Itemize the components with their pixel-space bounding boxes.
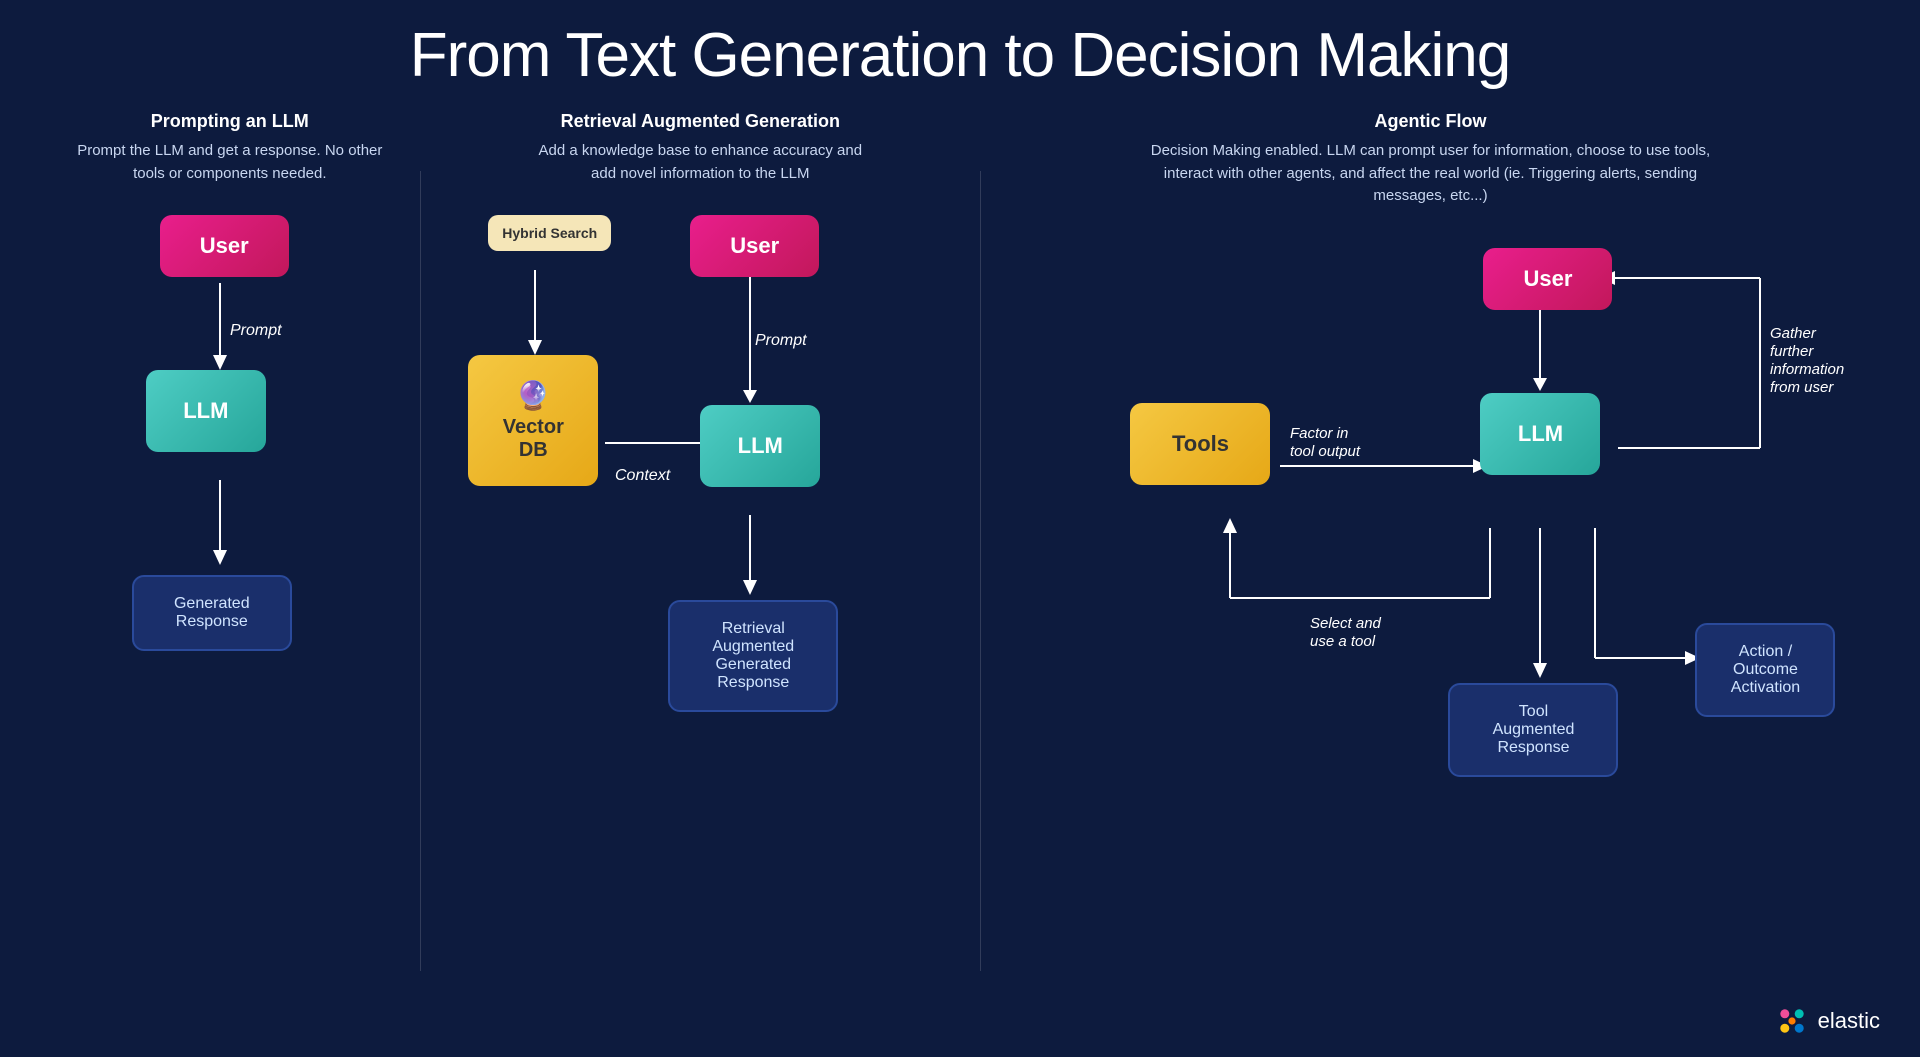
col3-user-node: User — [1483, 248, 1612, 310]
svg-text:further: further — [1770, 343, 1814, 360]
svg-text:information: information — [1770, 361, 1844, 378]
column-rag: Retrieval Augmented Generation Add a kno… — [421, 111, 980, 795]
col3-tools-node: Tools — [1130, 403, 1270, 485]
elastic-logo: elastic — [1774, 1003, 1880, 1039]
columns-container: Prompting an LLM Prompt the LLM and get … — [40, 111, 1880, 971]
svg-text:Gather: Gather — [1770, 325, 1817, 342]
col2-llm-node: LLM — [700, 405, 820, 487]
col1-user-node: User — [160, 215, 289, 277]
col3-arrows: Factor in tool output Sele — [1000, 238, 1860, 858]
col2-hybrid-node: Hybrid Search — [488, 215, 611, 251]
col2-desc: Add a knowledge base to enhance accuracy… — [530, 140, 870, 185]
col2-diagram: Prompt Context Hybrid Search User — [440, 215, 960, 795]
col3-llm-node: LLM — [1480, 393, 1600, 475]
col2-user-node: User — [690, 215, 819, 277]
col2-vectordb-node: 🔮 VectorDB — [468, 355, 598, 486]
svg-text:Select and: Select and — [1310, 615, 1382, 632]
col2-rag-response-node: RetrievalAugmentedGeneratedResponse — [668, 600, 838, 712]
col3-tool-response-node: ToolAugmentedResponse — [1448, 683, 1618, 777]
page-container: { "title": "From Text Generation to Deci… — [0, 0, 1920, 1057]
col1-diagram: User Prompt LLM — [60, 215, 400, 735]
col2-header: Retrieval Augmented Generation — [561, 111, 840, 132]
svg-text:Factor in: Factor in — [1290, 425, 1348, 442]
main-title: From Text Generation to Decision Making — [40, 20, 1880, 91]
svg-text:tool output: tool output — [1290, 443, 1361, 460]
col3-diagram: Factor in tool output Sele — [1000, 238, 1860, 858]
col1-header: Prompting an LLM — [151, 111, 309, 132]
elastic-label: elastic — [1818, 1008, 1880, 1034]
col3-desc: Decision Making enabled. LLM can prompt … — [1130, 140, 1730, 208]
column-prompting: Prompting an LLM Prompt the LLM and get … — [40, 111, 420, 735]
col3-header: Agentic Flow — [1374, 111, 1486, 132]
col1-desc: Prompt the LLM and get a response. No ot… — [60, 140, 400, 185]
col1-llm-node: LLM — [146, 370, 266, 452]
svg-text:from user: from user — [1770, 379, 1834, 396]
svg-text:use a tool: use a tool — [1310, 633, 1376, 650]
svg-text:Prompt: Prompt — [230, 322, 282, 339]
col1-response-node: GeneratedResponse — [132, 575, 292, 651]
column-agentic: Agentic Flow Decision Making enabled. LL… — [981, 111, 1880, 858]
elastic-icon — [1774, 1003, 1810, 1039]
svg-text:Context: Context — [615, 467, 671, 484]
svg-text:Prompt: Prompt — [755, 332, 807, 349]
col3-action-node: Action /OutcomeActivation — [1695, 623, 1835, 717]
col1-arrows: Prompt — [60, 215, 400, 735]
